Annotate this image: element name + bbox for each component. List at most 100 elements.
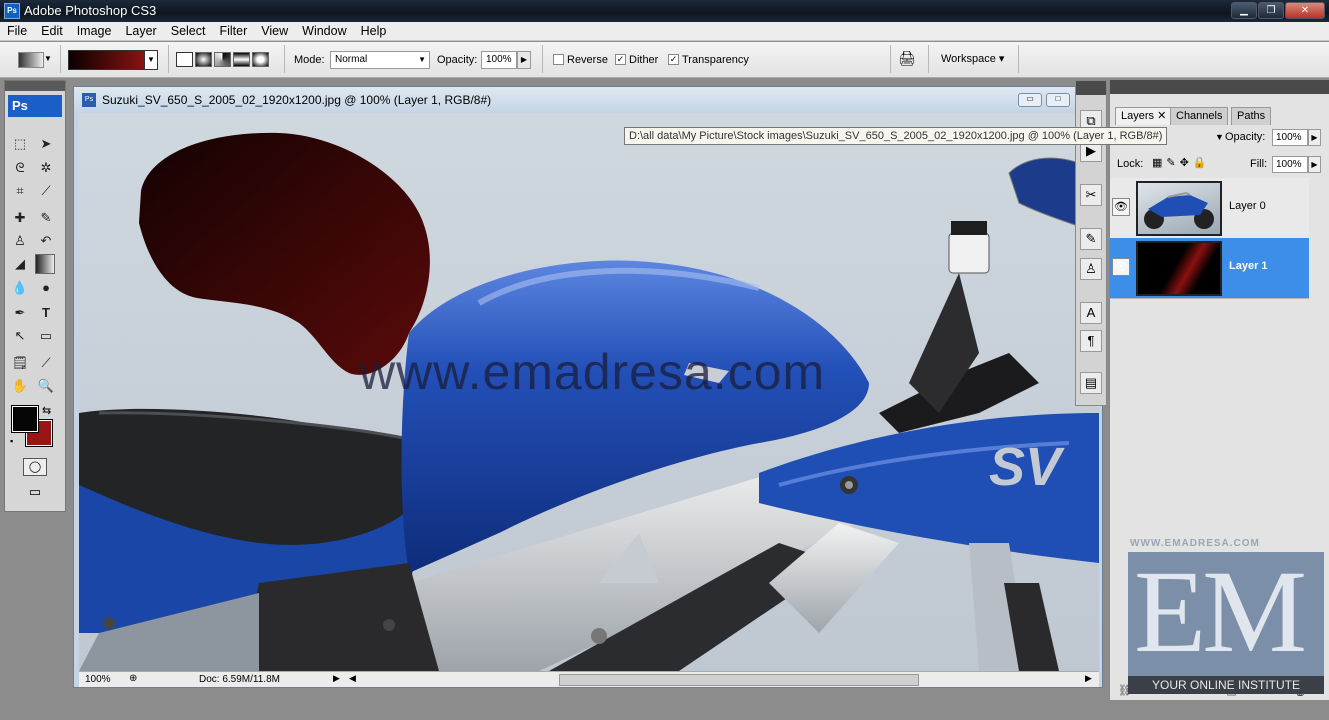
lasso-tool-icon[interactable]: ᘓ (10, 158, 30, 178)
mode-select[interactable]: Normal ▼ (330, 51, 430, 69)
layer-comps-icon[interactable]: ▤ (1080, 372, 1102, 394)
clone-source-icon[interactable]: ♙ (1080, 258, 1102, 280)
brush-tool-icon[interactable]: ✎ (36, 208, 56, 228)
document-window: Ps Suzuki_SV_650_S_2005_02_1920x1200.jpg… (73, 86, 1103, 688)
marquee-tool-icon[interactable]: ⬚ (10, 134, 30, 154)
restore-button[interactable]: ❐ (1258, 2, 1284, 19)
chevron-down-icon[interactable]: ▼ (44, 54, 52, 63)
blend-mode-arrow[interactable]: ▼ (1215, 132, 1224, 142)
gradient-tool-icon[interactable] (35, 254, 55, 274)
diamond-gradient-button[interactable] (252, 52, 269, 67)
status-menu-icon[interactable]: ⊕ (129, 673, 137, 684)
tab-layers[interactable]: Layers ✕ (1115, 107, 1173, 125)
dither-checkbox[interactable]: ✓ (615, 54, 626, 65)
notes-tool-icon[interactable]: 🗒 (10, 353, 30, 373)
scroll-right-icon[interactable]: ▶ (1085, 673, 1092, 684)
brushes-panel-icon[interactable]: ✎ (1080, 228, 1102, 250)
menu-layer[interactable]: Layer (118, 24, 163, 38)
zoom-tool-icon[interactable]: 🔍 (36, 376, 56, 396)
character-panel-icon[interactable]: A (1080, 302, 1102, 324)
toolbox-grip[interactable] (5, 81, 65, 91)
mode-label: Mode: (294, 54, 325, 66)
menu-filter[interactable]: Filter (212, 24, 254, 38)
transparency-label: Transparency (682, 54, 749, 66)
gradient-type-buttons (176, 52, 269, 67)
paragraph-panel-icon[interactable]: ¶ (1080, 330, 1102, 352)
crop-tool-icon[interactable]: ⌗ (10, 181, 30, 201)
status-arrow-icon[interactable]: ▶ (333, 673, 340, 684)
menu-help[interactable]: Help (354, 24, 394, 38)
linear-gradient-button[interactable] (176, 52, 193, 67)
type-tool-icon[interactable]: T (36, 303, 56, 323)
minimize-button[interactable]: ▁ (1231, 2, 1257, 19)
menu-file[interactable]: File (0, 24, 34, 38)
visibility-eye-icon[interactable]: 👁 (1112, 198, 1130, 216)
angle-gradient-button[interactable] (214, 52, 231, 67)
horizontal-scrollbar[interactable] (559, 674, 919, 686)
move-tool-icon[interactable]: ➤ (36, 134, 56, 154)
image-canvas[interactable]: SV www.emadresa.com (79, 113, 1099, 671)
divider (1018, 45, 1019, 73)
tab-layers-label: Layers (1121, 110, 1155, 122)
reflected-gradient-button[interactable] (233, 52, 250, 67)
logo-tagline: YOUR ONLINE INSTITUTE (1128, 676, 1324, 694)
fill-label: Fill: (1250, 158, 1268, 170)
tool-preset-picker[interactable] (18, 52, 44, 68)
menu-image[interactable]: Image (70, 24, 119, 38)
blur-tool-icon[interactable]: 💧 (10, 278, 30, 298)
menu-view[interactable]: View (254, 24, 295, 38)
layers-panel-grip[interactable] (1110, 80, 1329, 94)
eraser-tool-icon[interactable]: ◢ (10, 254, 30, 274)
icon-strip-grip[interactable] (1076, 81, 1106, 95)
close-button[interactable]: ✕ (1285, 2, 1325, 19)
tool-presets-icon[interactable]: ✂ (1080, 184, 1102, 206)
hand-tool-icon[interactable]: ✋ (10, 376, 30, 396)
layer-row-layer-0[interactable]: 👁 Layer 0 (1110, 178, 1309, 239)
app-title: Adobe Photoshop CS3 (24, 3, 157, 18)
quick-mask-icon[interactable]: ◯ (23, 458, 47, 476)
fill-input[interactable]: 100% (1272, 156, 1308, 173)
tab-channels[interactable]: Channels (1170, 107, 1229, 125)
radial-gradient-button[interactable] (195, 52, 212, 67)
zoom-level[interactable]: 100% (85, 674, 111, 685)
divider (284, 45, 285, 73)
layer-row-layer-1[interactable]: 👁 Layer 1 (1110, 238, 1309, 299)
menu-edit[interactable]: Edit (34, 24, 70, 38)
foreground-color-swatch[interactable] (11, 405, 39, 433)
history-brush-tool-icon[interactable]: ↶ (36, 231, 56, 251)
path-selection-tool-icon[interactable]: ↖ (10, 326, 30, 346)
menu-select[interactable]: Select (164, 24, 213, 38)
clone-stamp-tool-icon[interactable]: ♙ (10, 231, 30, 251)
scroll-left-icon[interactable]: ◀ (349, 673, 356, 684)
eyedropper-tool-icon[interactable]: ⟋ (36, 353, 56, 373)
gradient-dropdown-arrow[interactable]: ▼ (144, 50, 158, 70)
layer-opacity-input[interactable]: 100% (1272, 129, 1308, 146)
screen-mode-icon[interactable]: ▭ (23, 484, 47, 502)
opacity-input[interactable]: 100% (481, 51, 517, 69)
pen-tool-icon[interactable]: ✒ (10, 303, 30, 323)
workspace-button[interactable]: Workspace ▾ (941, 52, 1004, 65)
opacity-slider-arrow[interactable]: ▶ (1308, 129, 1321, 146)
magic-wand-tool-icon[interactable]: ✲ (36, 158, 56, 178)
healing-brush-tool-icon[interactable]: ✚ (10, 208, 30, 228)
slice-tool-icon[interactable]: ⟋ (36, 181, 56, 201)
document-title: Suzuki_SV_650_S_2005_02_1920x1200.jpg @ … (102, 93, 492, 107)
opacity-slider-arrow[interactable]: ▶ (517, 51, 531, 69)
swap-colors-icon[interactable]: ⇆ (42, 404, 51, 417)
visibility-eye-icon[interactable]: 👁 (1112, 258, 1130, 276)
menu-window[interactable]: Window (295, 24, 353, 38)
doc-maximize-button[interactable]: □ (1046, 93, 1070, 107)
fill-slider-arrow[interactable]: ▶ (1308, 156, 1321, 173)
transparency-checkbox[interactable]: ✓ (668, 54, 679, 65)
layer-thumbnail (1136, 241, 1222, 296)
document-title-bar[interactable]: Ps Suzuki_SV_650_S_2005_02_1920x1200.jpg… (74, 87, 1102, 113)
file-browser-icon[interactable]: 🖨 (898, 50, 920, 70)
lock-icons[interactable]: ▦✎✥🔒 (1152, 156, 1211, 169)
doc-minimize-button[interactable]: ▭ (1018, 93, 1042, 107)
tab-paths[interactable]: Paths (1231, 107, 1272, 125)
default-colors-icon[interactable]: ▪ (10, 436, 13, 446)
rectangle-tool-icon[interactable]: ▭ (36, 326, 56, 346)
reverse-checkbox[interactable] (553, 54, 564, 65)
window-controls: ▁ ❐ ✕ (1231, 2, 1325, 19)
dodge-tool-icon[interactable]: ● (36, 278, 56, 298)
